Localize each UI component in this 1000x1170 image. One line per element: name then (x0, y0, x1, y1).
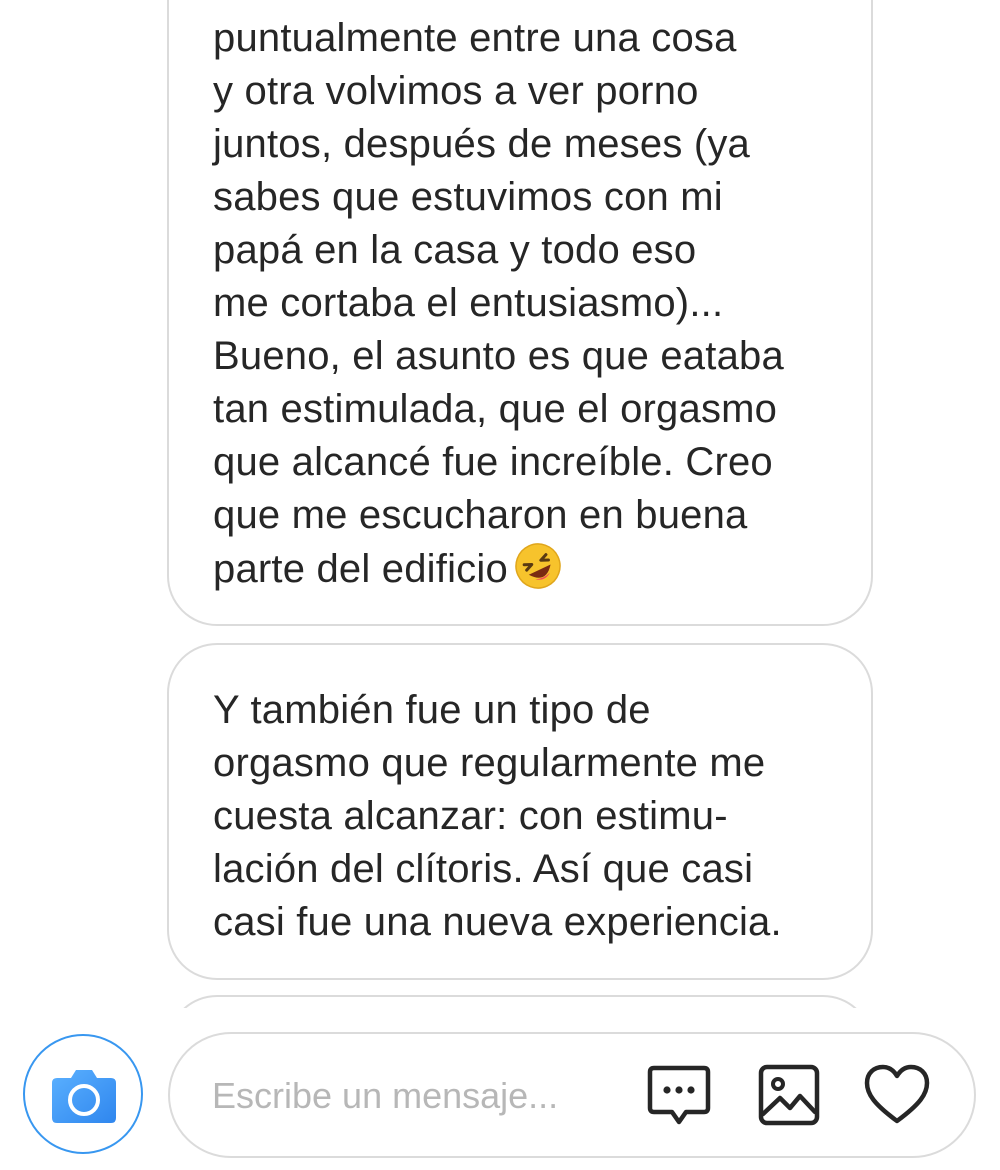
speech-bubble-icon[interactable] (646, 1062, 712, 1128)
rolling-laughing-emoji-icon (515, 543, 561, 589)
message-input[interactable] (212, 1070, 612, 1122)
message-text: puntualmente entre una cosa y otra volvi… (213, 12, 784, 596)
message-bubble[interactable]: Y también fue un tipo de orgasmo que reg… (167, 643, 873, 980)
message-thread: puntualmente entre una cosa y otra volvi… (0, 0, 1000, 1008)
message-bubble[interactable]: puntualmente entre una cosa y otra volvi… (167, 0, 873, 626)
camera-button[interactable] (23, 1034, 143, 1154)
image-gallery-icon[interactable] (756, 1062, 822, 1128)
camera-icon (52, 1070, 116, 1123)
message-bubble-partial[interactable] (167, 995, 873, 1008)
heart-icon[interactable] (864, 1062, 930, 1128)
message-text: Y también fue un tipo de orgasmo que reg… (213, 688, 782, 944)
message-input-container (168, 1032, 976, 1158)
